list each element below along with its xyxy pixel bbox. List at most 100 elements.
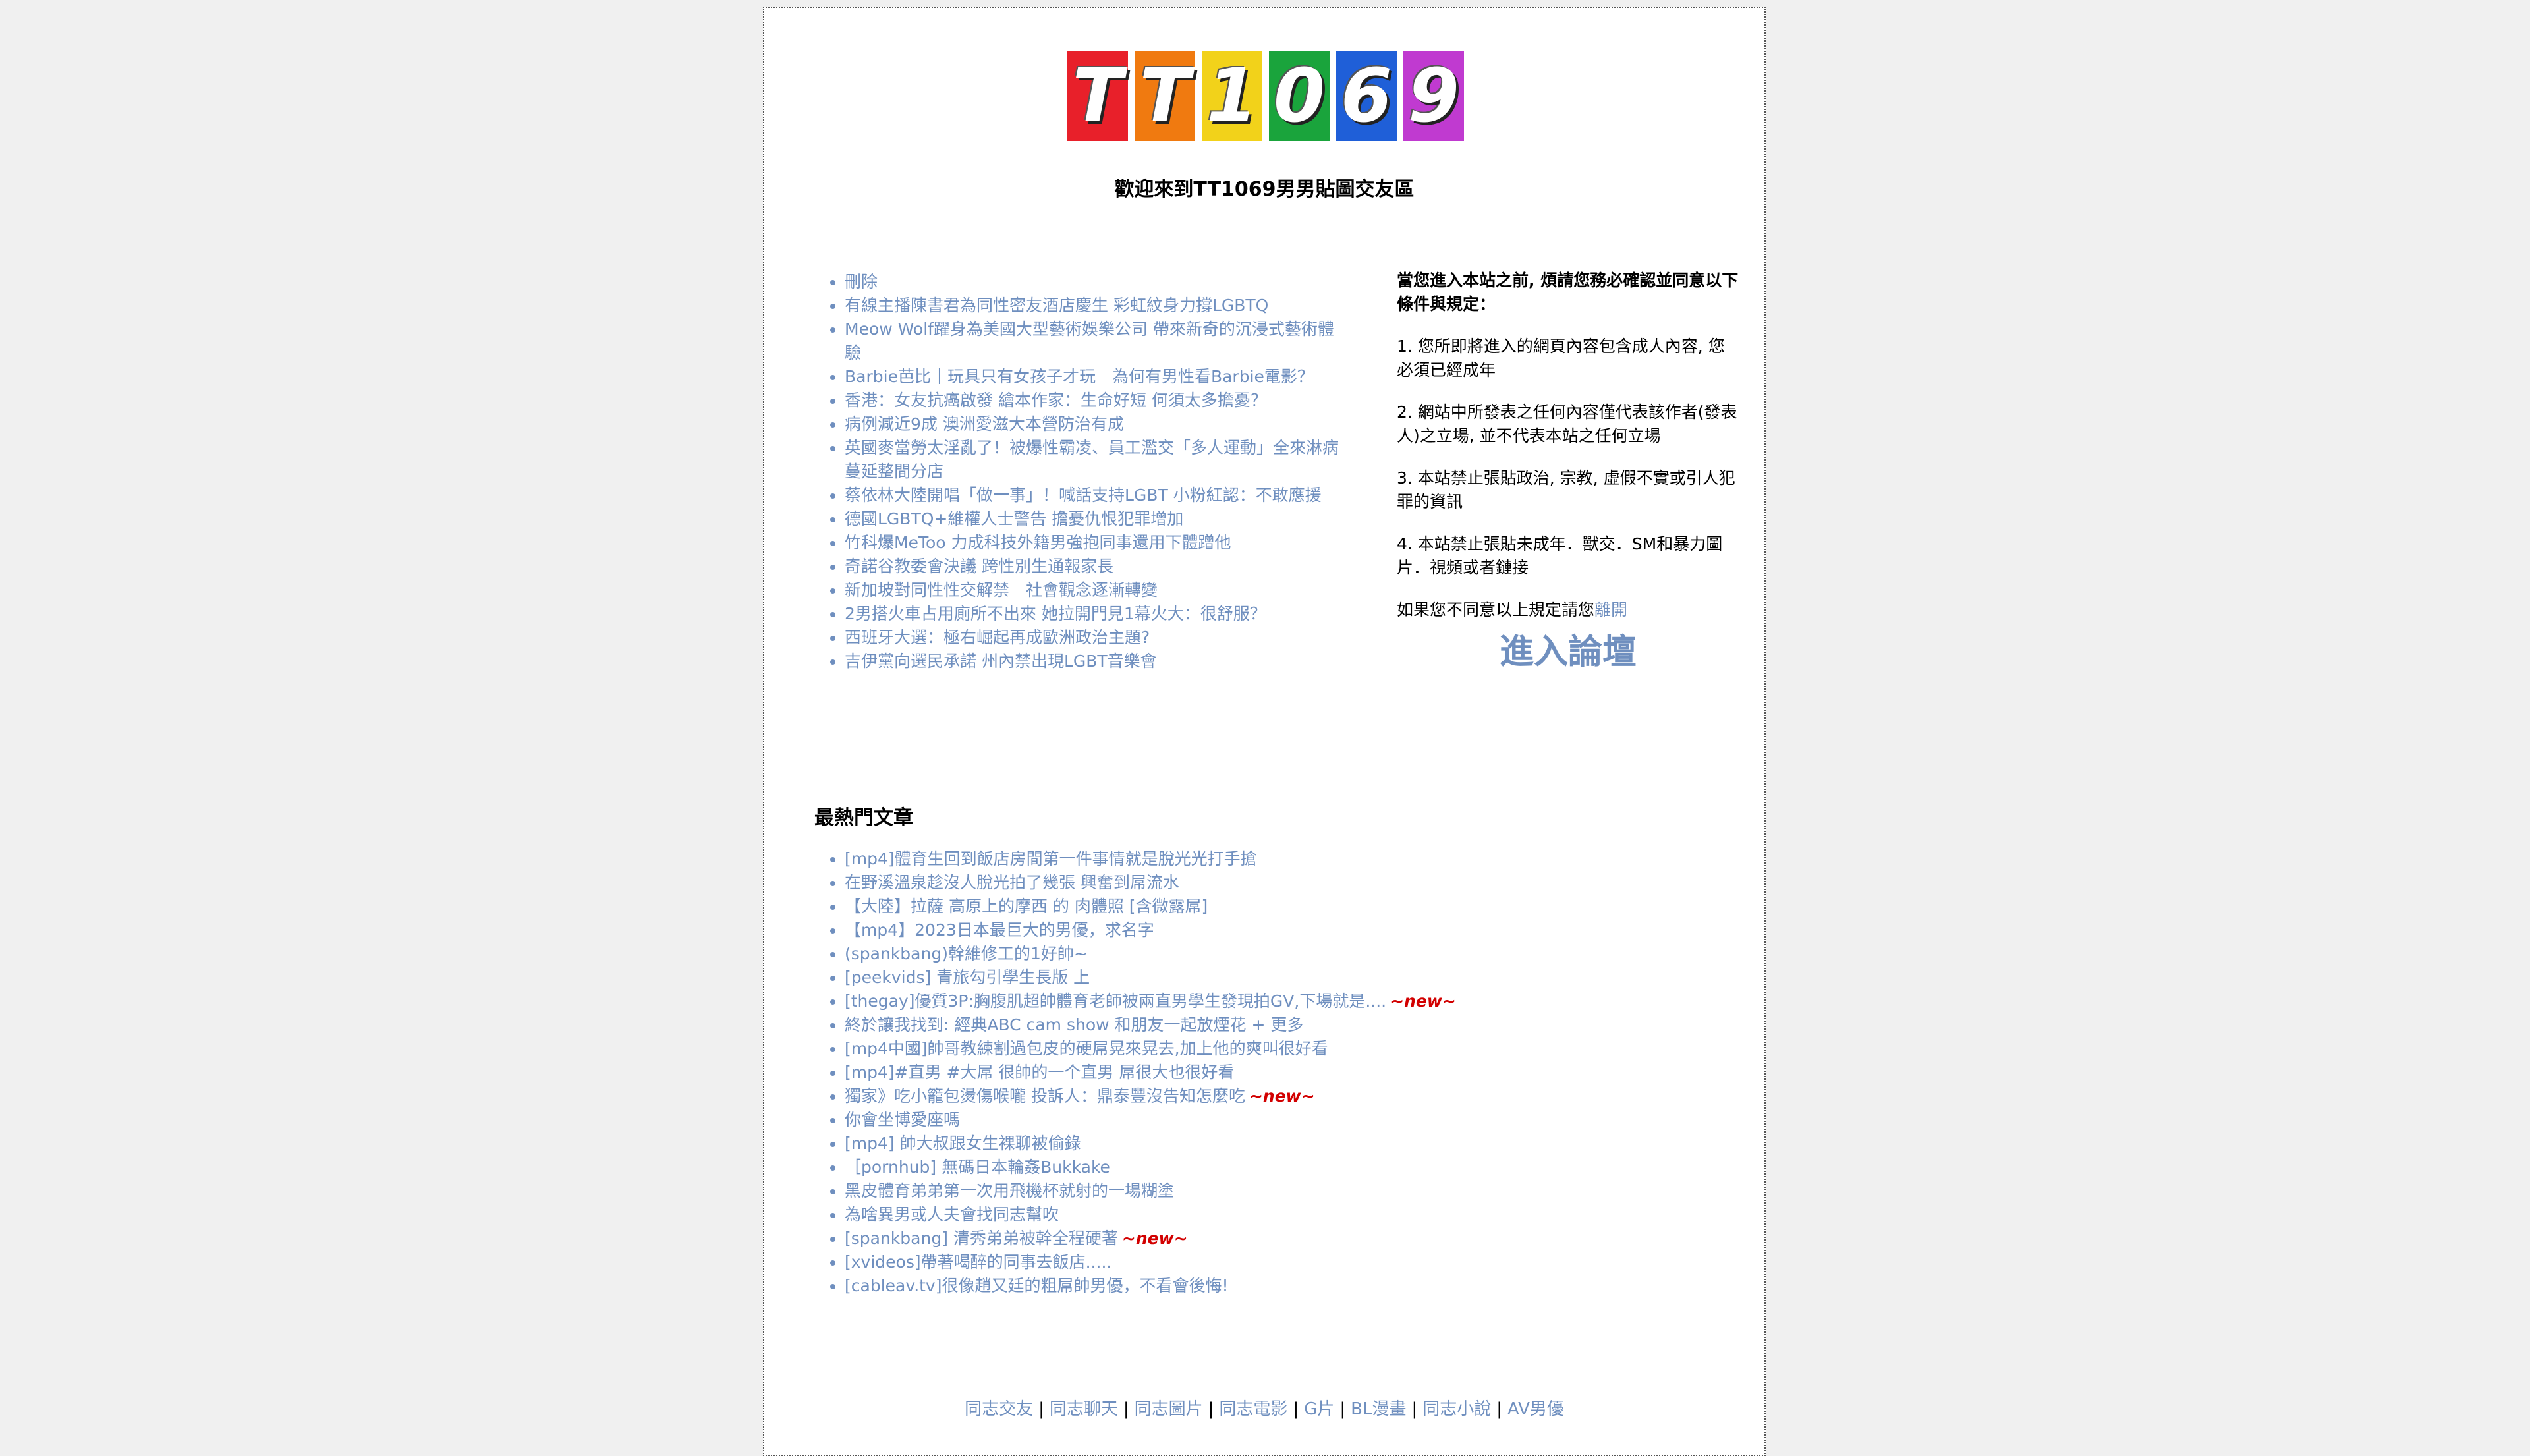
news-item: Barbie芭比｜玩具只有女孩子才玩 為何有男性看Barbie電影？ — [845, 365, 1345, 389]
hot-article-item: [mp4]體育生回到飯店房間第一件事情就是脫光光打手搶 — [845, 847, 1701, 871]
news-link[interactable]: 有線主播陳書君為同性密友酒店慶生 彩虹紋身力撐LGBTQ — [845, 296, 1268, 315]
news-list: 刪除有線主播陳書君為同性密友酒店慶生 彩虹紋身力撐LGBTQ Meow Wolf躍… — [804, 270, 1345, 673]
hot-article-link[interactable]: 獨家》吃小籠包燙傷喉嚨 投訴人：鼎泰豐沒告知怎麼吃 — [845, 1086, 1245, 1106]
news-link[interactable]: 竹科爆MeToo 力成科技外籍男強抱同事還用下體蹭他 — [845, 533, 1231, 552]
hot-article-link[interactable]: [mp4]#直男 #大屌 很帥的一个直男 屌很大也很好看 — [845, 1063, 1234, 1082]
hot-article-item: [cableav.tv]很像趙又廷的粗屌帥男優，不看會後悔! — [845, 1274, 1701, 1298]
news-item: 有線主播陳書君為同性密友酒店慶生 彩虹紋身力撐LGBTQ — [845, 294, 1345, 318]
hot-article-link[interactable]: 為啥異男或人夫會找同志幫吹 — [845, 1205, 1059, 1224]
rule-item: 1. 您所即將進入的網頁內容包含成人內容, 您必須已經成年 — [1397, 337, 1725, 379]
news-link[interactable]: Meow Wolf躍身為美國大型藝術娛樂公司 帶來新奇的沉浸式藝術體驗 — [845, 320, 1334, 362]
hot-article-item: [xvideos]帶著喝醉的同事去飯店..... — [845, 1250, 1701, 1274]
news-link[interactable]: Barbie芭比｜玩具只有女孩子才玩 為何有男性看Barbie電影？ — [845, 367, 1314, 386]
news-item: 2男搭火車占用廁所不出來 她拉開門見1幕火大：很舒服？ — [845, 602, 1345, 626]
logo-tile: T — [1067, 51, 1128, 141]
news-link[interactable]: 刪除 — [845, 272, 878, 291]
hot-article-item: 你會坐博愛座嗎 — [845, 1108, 1701, 1132]
hot-article-link[interactable]: [peekvids] 青旅勾引學生長版 上 — [845, 968, 1090, 987]
news-link[interactable]: 新加坡對同性性交解禁 社會觀念逐漸轉變 — [845, 580, 1158, 600]
footer-link[interactable]: G片 — [1304, 1399, 1334, 1419]
hot-article-item: 獨家》吃小籠包燙傷喉嚨 投訴人：鼎泰豐沒告知怎麼吃~new~ — [845, 1084, 1701, 1108]
logo-tile: T — [1135, 51, 1195, 141]
hot-article-link[interactable]: 【大陸】拉薩 高原上的摩西 的 肉體照 [含微露屌] — [845, 897, 1208, 916]
news-link[interactable]: 病例減近9成 澳洲愛滋大本營防治有成 — [845, 414, 1124, 434]
logo-tile: 9 — [1403, 51, 1464, 141]
footer-separator: | — [1123, 1399, 1129, 1419]
hot-article-link[interactable]: [mp4中國]帥哥教練割過包皮的硬屌晃來晃去,加上他的爽叫很好看 — [845, 1039, 1328, 1058]
hot-article-link[interactable]: (spankbang)幹維修工的1好帥~ — [845, 944, 1088, 963]
page-container: TT1069 歡迎來到TT1069男男貼圖交友區 刪除有線主播陳書君為同性密友酒… — [763, 7, 1766, 1456]
footer-link[interactable]: BL漫畫 — [1351, 1399, 1406, 1419]
news-link[interactable]: 吉伊黨向選民承諾 州內禁出現LGBT音樂會 — [845, 652, 1157, 671]
footer-link[interactable]: 同志小說 — [1422, 1399, 1491, 1419]
hot-article-item: [mp4]#直男 #大屌 很帥的一个直男 屌很大也很好看 — [845, 1061, 1701, 1084]
news-item: 香港：女友抗癌啟發 繪本作家：生命好短 何須太多擔憂？ — [845, 389, 1345, 412]
hot-article-link[interactable]: [thegay]優質3P:胸腹肌超帥體育老師被兩直男學生發現拍GV,下場就是..… — [845, 992, 1386, 1011]
enter-forum-link[interactable]: 進入論壇 — [1397, 635, 1739, 669]
hot-article-link[interactable]: [spankbang] 清秀弟弟被幹全程硬著 — [845, 1229, 1118, 1248]
hot-article-item: 在野溪溫泉趁沒人脫光拍了幾張 興奮到屌流水 — [845, 871, 1701, 895]
hot-article-link[interactable]: 終於讓我找到: 經典ABC cam show 和朋友一起放煙花 + 更多 — [845, 1015, 1303, 1034]
hot-article-item: [spankbang] 清秀弟弟被幹全程硬著~new~ — [845, 1227, 1701, 1250]
site-logo[interactable]: TT1069 — [1067, 51, 1464, 141]
news-item: 英國麥當勞太淫亂了！被爆性霸凌、員工濫交「多人運動」全來淋病蔓延整間分店 — [845, 436, 1345, 484]
footer-separator: | — [1411, 1399, 1418, 1419]
footer-separator: | — [1038, 1399, 1044, 1419]
footer-link[interactable]: 同志交友 — [965, 1399, 1033, 1419]
new-badge: ~new~ — [1390, 992, 1456, 1011]
news-item: 吉伊黨向選民承諾 州內禁出現LGBT音樂會 — [845, 650, 1345, 673]
news-link[interactable]: 德國LGBTQ+維權人士警告 擔憂仇恨犯罪增加 — [845, 509, 1183, 528]
hot-article-item: [mp4] 帥大叔跟女生裸聊被偷錄 — [845, 1132, 1701, 1156]
hot-article-link[interactable]: [mp4] 帥大叔跟女生裸聊被偷錄 — [845, 1134, 1081, 1153]
hot-article-link[interactable]: 黑皮體育弟弟第一次用飛機杯就射的一場糊塗 — [845, 1181, 1174, 1200]
hot-article-item: 終於讓我找到: 經典ABC cam show 和朋友一起放煙花 + 更多 — [845, 1013, 1701, 1037]
logo-tile: 6 — [1336, 51, 1397, 141]
hot-article-item: 【大陸】拉薩 高原上的摩西 的 肉體照 [含微露屌] — [845, 895, 1701, 918]
news-item: 西班牙大選：極右崛起再成歐洲政治主題? — [845, 626, 1345, 650]
footer-link[interactable]: 同志聊天 — [1050, 1399, 1118, 1419]
footer-nav: 同志交友 | 同志聊天 | 同志圖片 | 同志電影 | G片 | BL漫畫 | 同志小說 | AV男優 — [764, 1395, 1764, 1420]
hot-article-link[interactable]: 【mp4】2023日本最巨大的男優，求名字 — [845, 920, 1154, 939]
new-badge: ~new~ — [1121, 1229, 1188, 1248]
news-link[interactable]: 奇諾谷教委會決議 跨性別生通報家長 — [845, 557, 1113, 576]
news-item: 竹科爆MeToo 力成科技外籍男強抱同事還用下體蹭他 — [845, 531, 1345, 555]
hot-article-item: (spankbang)幹維修工的1好帥~ — [845, 942, 1701, 966]
news-link[interactable]: 2男搭火車占用廁所不出來 她拉開門見1幕火大：很舒服？ — [845, 604, 1266, 623]
hot-article-item: 【mp4】2023日本最巨大的男優，求名字 — [845, 918, 1701, 942]
hot-article-item: [thegay]優質3P:胸腹肌超帥體育老師被兩直男學生發現拍GV,下場就是..… — [845, 990, 1701, 1013]
hot-article-link[interactable]: [mp4]體育生回到飯店房間第一件事情就是脫光光打手搶 — [845, 849, 1257, 868]
hot-article-link[interactable]: 你會坐博愛座嗎 — [845, 1110, 960, 1129]
news-item: 刪除 — [845, 270, 1345, 294]
hot-article-link[interactable]: ［pornhub] 無碼日本輪姦Bukkake — [845, 1158, 1110, 1177]
footer-separator: | — [1208, 1399, 1214, 1419]
footer-separator: | — [1496, 1399, 1502, 1419]
news-item: 奇諾谷教委會決議 跨性別生通報家長 — [845, 555, 1345, 578]
hot-article-item: [mp4中國]帥哥教練割過包皮的硬屌晃來晃去,加上他的爽叫很好看 — [845, 1037, 1701, 1061]
news-item: 德國LGBTQ+維權人士警告 擔憂仇恨犯罪增加 — [845, 507, 1345, 531]
hot-article-link[interactable]: [xvideos]帶著喝醉的同事去飯店..... — [845, 1252, 1111, 1272]
news-item: 新加坡對同性性交解禁 社會觀念逐漸轉變 — [845, 578, 1345, 602]
hot-article-item: [peekvids] 青旅勾引學生長版 上 — [845, 966, 1701, 990]
news-item: Meow Wolf躍身為美國大型藝術娛樂公司 帶來新奇的沉浸式藝術體驗 — [845, 318, 1345, 365]
hot-article-link[interactable]: 在野溪溫泉趁沒人脫光拍了幾張 興奮到屌流水 — [845, 873, 1179, 892]
news-link[interactable]: 英國麥當勞太淫亂了！被爆性霸凌、員工濫交「多人運動」全來淋病蔓延整間分店 — [845, 438, 1339, 481]
news-link[interactable]: 香港：女友抗癌啟發 繪本作家：生命好短 何須太多擔憂？ — [845, 391, 1267, 410]
footer-link[interactable]: 同志電影 — [1219, 1399, 1287, 1419]
news-link[interactable]: 西班牙大選：極右崛起再成歐洲政治主題? — [845, 628, 1150, 647]
rule-item: 4. 本站禁止張貼未成年．獸交．SM和暴力圖片．視頻或者鏈接 — [1397, 534, 1723, 577]
rules-panel: 當您進入本站之前, 煩請您務必確認並同意以下條件與規定： 1. 您所即將進入的網… — [1397, 269, 1739, 669]
leave-link[interactable]: 離開 — [1594, 600, 1627, 619]
disagree-line: 如果您不同意以上規定請您離開 — [1397, 598, 1739, 622]
hot-article-link[interactable]: [cableav.tv]很像趙又廷的粗屌帥男優，不看會後悔! — [845, 1276, 1229, 1295]
rule-item: 2. 網站中所發表之任何內容僅代表該作者(發表人)之立場, 並不代表本站之任何立… — [1397, 403, 1737, 445]
logo-tile: 1 — [1202, 51, 1262, 141]
news-link[interactable]: 蔡依林大陸開唱「做一事」！喊話支持LGBT 小粉紅認：不敢應援 — [845, 486, 1322, 505]
hot-article-item: ［pornhub] 無碼日本輪姦Bukkake — [845, 1156, 1701, 1179]
footer-separator: | — [1339, 1399, 1346, 1419]
disagree-text: 如果您不同意以上規定請您 — [1397, 600, 1595, 619]
footer-link[interactable]: 同志圖片 — [1135, 1399, 1203, 1419]
logo-tile: 0 — [1269, 51, 1330, 141]
footer-link[interactable]: AV男優 — [1507, 1399, 1564, 1419]
hot-articles-list: [mp4]體育生回到飯店房間第一件事情就是脫光光打手搶在野溪溫泉趁沒人脫光拍了幾… — [804, 847, 1701, 1298]
welcome-heading: 歡迎來到TT1069男男貼圖交友區 — [1114, 178, 1415, 201]
